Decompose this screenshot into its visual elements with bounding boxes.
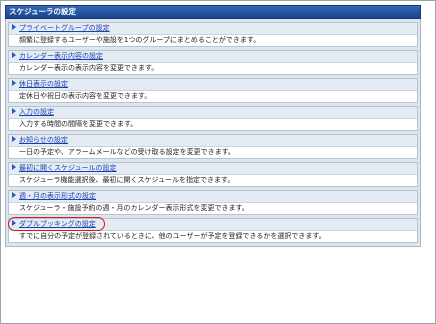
settings-item-title: 休日表示の設定 <box>9 79 417 90</box>
settings-item-holiday-display: 休日表示の設定 定休日や祝日の表示内容を変更できます。 <box>8 78 418 103</box>
settings-item-description: スケジューラ・施設予約の週・月のカレンダー表示形式を変更できます。 <box>9 202 417 214</box>
settings-item-input: 入力の設定 入力する時間の間隔を変更できます。 <box>8 106 418 131</box>
settings-item-description: 定休日や祝日の表示内容を変更できます。 <box>9 90 417 102</box>
settings-item-description: 頻繁に登録するユーザーや施設を1つのグループにまとめることができます。 <box>9 34 417 46</box>
private-group-settings-link[interactable]: プライベートグループの設定 <box>19 24 110 32</box>
triangle-right-icon <box>12 136 16 142</box>
window-frame: スケジューラの設定 プライベートグループの設定 頻繁に登録するユーザーや施設を1… <box>0 0 436 324</box>
scheduler-settings-panel: スケジューラの設定 プライベートグループの設定 頻繁に登録するユーザーや施設を1… <box>5 5 421 247</box>
settings-list: プライベートグループの設定 頻繁に登録するユーザーや施設を1つのグループにまとめ… <box>5 19 421 247</box>
settings-item-title: お知らせの設定 <box>9 135 417 146</box>
settings-item-description: カレンダー表示の表示内容を変更できます。 <box>9 62 417 74</box>
input-settings-link[interactable]: 入力の設定 <box>19 108 54 116</box>
settings-item-initial-schedule: 最初に開くスケジュールの設定 スケジューラ機能選択後、最初に開くスケジュールを指… <box>8 162 418 187</box>
triangle-right-icon <box>12 24 16 30</box>
triangle-right-icon <box>12 192 16 198</box>
triangle-right-icon <box>12 220 16 226</box>
settings-item-title: 週・月の表示形式の設定 <box>9 191 417 202</box>
settings-item-calendar-display: カレンダー表示内容の設定 カレンダー表示の表示内容を変更できます。 <box>8 50 418 75</box>
settings-item-title: 最初に開くスケジュールの設定 <box>9 163 417 174</box>
settings-item-description: 一日の予定や、アラームメールなどの受け取る設定を変更できます。 <box>9 146 417 158</box>
settings-item-week-month-format: 週・月の表示形式の設定 スケジューラ・施設予約の週・月のカレンダー表示形式を変更… <box>8 190 418 215</box>
double-booking-settings-link[interactable]: ダブルブッキングの設定 <box>19 220 96 228</box>
settings-item-description: 入力する時間の間隔を変更できます。 <box>9 118 417 130</box>
week-month-format-settings-link[interactable]: 週・月の表示形式の設定 <box>19 192 96 200</box>
triangle-right-icon <box>12 108 16 114</box>
holiday-display-settings-link[interactable]: 休日表示の設定 <box>19 80 68 88</box>
initial-schedule-settings-link[interactable]: 最初に開くスケジュールの設定 <box>19 164 117 172</box>
settings-item-title: 入力の設定 <box>9 107 417 118</box>
settings-item-private-group: プライベートグループの設定 頻繁に登録するユーザーや施設を1つのグループにまとめ… <box>8 22 418 47</box>
settings-item-title: プライベートグループの設定 <box>9 23 417 34</box>
settings-item-notification: お知らせの設定 一日の予定や、アラームメールなどの受け取る設定を変更できます。 <box>8 134 418 159</box>
triangle-right-icon <box>12 52 16 58</box>
settings-item-title: カレンダー表示内容の設定 <box>9 51 417 62</box>
settings-item-double-booking: ダブルブッキングの設定 すでに自分の予定が登録されているときに、他のユーザーが予… <box>8 217 418 243</box>
panel-title: スケジューラの設定 <box>5 5 421 19</box>
notification-settings-link[interactable]: お知らせの設定 <box>19 136 68 144</box>
settings-item-title: ダブルブッキングの設定 <box>8 217 417 231</box>
triangle-right-icon <box>12 80 16 86</box>
settings-item-description: スケジューラ機能選択後、最初に開くスケジュールを指定できます。 <box>9 174 417 186</box>
triangle-right-icon <box>12 164 16 170</box>
calendar-display-settings-link[interactable]: カレンダー表示内容の設定 <box>19 52 103 60</box>
settings-item-description: すでに自分の予定が登録されているときに、他のユーザーが予定を登録できるかを選択で… <box>9 230 417 242</box>
